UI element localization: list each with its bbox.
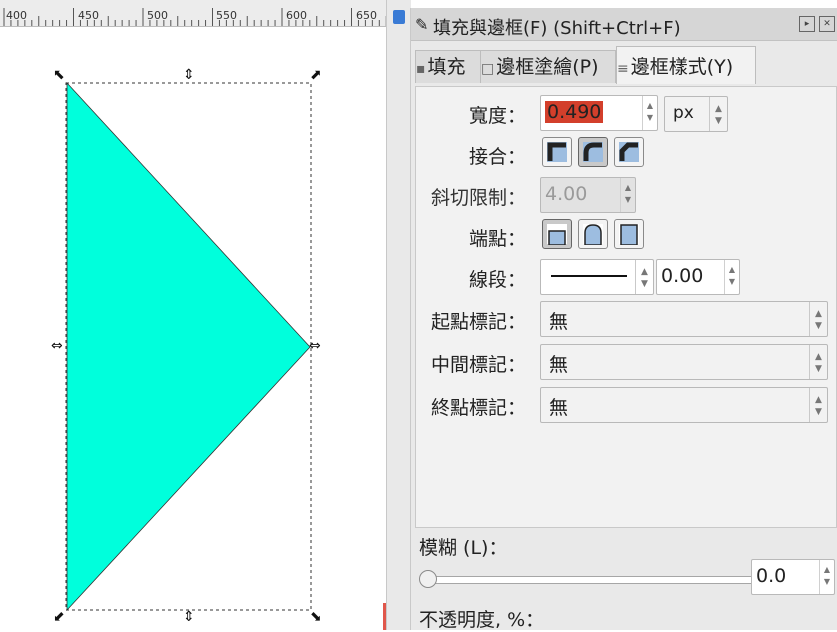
tab-fill[interactable]: ▪ 填充 [415,50,481,83]
canvas-scrollbar[interactable] [383,0,411,630]
start-marker-select[interactable]: 無 ▲ ▼ [540,301,828,337]
blur-spinbox[interactable]: 0.0 ▲ ▼ [751,559,835,595]
miter-limit-label: 斜切限制： [430,187,526,209]
ruler-label-500: 500 [147,9,168,22]
square-cap-icon [619,224,639,245]
opacity-label: 不透明度, %： [419,609,545,631]
scale-handle-top[interactable]: ⇕ [183,67,195,83]
dialog-title-bar: ✎ 填充與邊框(F) (Shift+Ctrl+F) ▸ ✕ [411,8,837,41]
round-cap-button[interactable] [578,219,608,249]
fill-stroke-dialog: ✎ 填充與邊框(F) (Shift+Ctrl+F) ▸ ✕ ▪ 填充 □ 邊框塗繪(… [410,8,837,631]
dash-offset-spinbox[interactable]: 0.00 ▲ ▼ [656,259,740,295]
scale-handle-left[interactable]: ⇔ [51,338,63,354]
start-marker-label: 起點標記： [430,311,526,333]
stroke-paint-icon: □ [481,61,495,77]
ruler-ticks [3,8,386,26]
round-cap-icon [583,224,603,245]
start-marker-value: 無 [549,311,569,333]
scale-handle-top-left[interactable]: ⬉ [53,67,65,83]
dash-offset-value: 0.00 [661,265,704,287]
dialog-close-icon[interactable]: ✕ [819,16,835,32]
tab-stroke-style[interactable]: ≡ 邊框樣式(Y) [616,46,756,84]
miter-limit-value: 4.00 [545,183,588,205]
scale-handle-bottom-left[interactable]: ⬋ [53,609,65,625]
round-join-button[interactable] [578,137,608,167]
cap-label: 端點： [468,228,526,250]
blur-label: 模糊 (L)： [419,537,508,559]
dash-solid-preview [551,275,627,277]
miter-join-icon [547,142,567,162]
dash-offset-arrows[interactable]: ▲ ▼ [724,260,739,294]
ruler-label-450: 450 [78,9,99,22]
end-marker-arrows[interactable]: ▲ ▼ [809,388,827,422]
bevel-join-button[interactable] [614,137,644,167]
unit-arrows[interactable]: ▲ ▼ [709,97,727,131]
blur-value: 0.0 [756,565,787,587]
tab-stroke-paint[interactable]: □ 邊框塗繪(P) [480,50,616,83]
round-join-icon [583,142,603,162]
dash-label: 線段： [468,269,526,291]
stroke-style-icon: ≡ [617,61,629,77]
width-spinbox[interactable]: 0.490 ▲ ▼ [540,95,658,131]
ruler-label-400: 400 [6,9,27,22]
stroke-style-pane: 寬度： 0.490 ▲ ▼ px ▲ ▼ 接合： 斜切限制： 4.00 ▲ ▼ 端點： [415,86,837,528]
miter-limit-spinbox[interactable]: 4.00 ▲ ▼ [540,177,636,213]
dialog-tabs: ▪ 填充 □ 邊框塗繪(P) ≡ 邊框樣式(Y) [411,46,837,84]
scale-handle-top-right[interactable]: ⬈ [310,67,322,83]
width-value[interactable]: 0.490 [545,101,604,123]
end-marker-value: 無 [549,397,569,419]
dialog-iconify-icon[interactable]: ▸ [799,16,815,32]
tab-stroke-paint-label: 邊框塗繪(P) [496,56,599,78]
triangle-shape[interactable] [66,81,311,612]
start-marker-arrows[interactable]: ▲ ▼ [809,302,827,336]
mid-marker-label: 中間標記： [430,354,526,376]
miter-spin-arrows[interactable]: ▲ ▼ [620,178,635,212]
canvas-svg [65,81,312,612]
miter-join-button[interactable] [542,137,572,167]
scale-handle-bottom[interactable]: ⇕ [183,609,195,625]
bevel-join-icon [619,142,639,162]
blur-slider-knob[interactable] [419,570,437,588]
butt-cap-icon [547,224,567,245]
status-color-bar [383,603,386,630]
dash-pattern-select[interactable]: ▲ ▼ [540,259,654,295]
scale-handle-right[interactable]: ⇔ [309,338,321,354]
lock-guides-icon[interactable] [393,10,405,24]
width-label: 寬度： [468,105,526,127]
ruler-label-650: 650 [356,9,377,22]
square-cap-button[interactable] [614,219,644,249]
mid-marker-select[interactable]: 無 ▲ ▼ [540,344,828,380]
width-spin-arrows[interactable]: ▲ ▼ [642,96,657,130]
butt-cap-button[interactable] [542,219,572,249]
blur-slider-track[interactable] [423,576,759,584]
unit-value: px [673,103,694,123]
mid-marker-value: 無 [549,354,569,376]
end-marker-select[interactable]: 無 ▲ ▼ [540,387,828,423]
brush-icon: ✎ [415,15,429,34]
mid-marker-arrows[interactable]: ▲ ▼ [809,345,827,379]
tab-stroke-style-label: 邊框樣式(Y) [630,56,734,78]
unit-select[interactable]: px ▲ ▼ [664,96,728,132]
ruler-label-600: 600 [286,9,307,22]
dash-pattern-arrows[interactable]: ▲ ▼ [635,260,653,294]
tab-fill-label: 填充 [427,56,466,78]
fill-icon: ▪ [416,61,426,77]
drawing-canvas[interactable]: ⬉ ⇕ ⬈ ⇔ ⇔ ⬋ ⇕ ⬊ [0,27,386,630]
scale-handle-bottom-right[interactable]: ⬊ [310,609,322,625]
end-marker-label: 終點標記： [430,397,526,419]
dialog-title: 填充與邊框(F) (Shift+Ctrl+F) [433,18,681,39]
ruler-label-550: 550 [216,9,237,22]
blur-spin-arrows[interactable]: ▲ ▼ [819,560,834,594]
horizontal-ruler: 400 450 500 550 600 650 [0,0,386,27]
join-label: 接合： [468,146,526,168]
